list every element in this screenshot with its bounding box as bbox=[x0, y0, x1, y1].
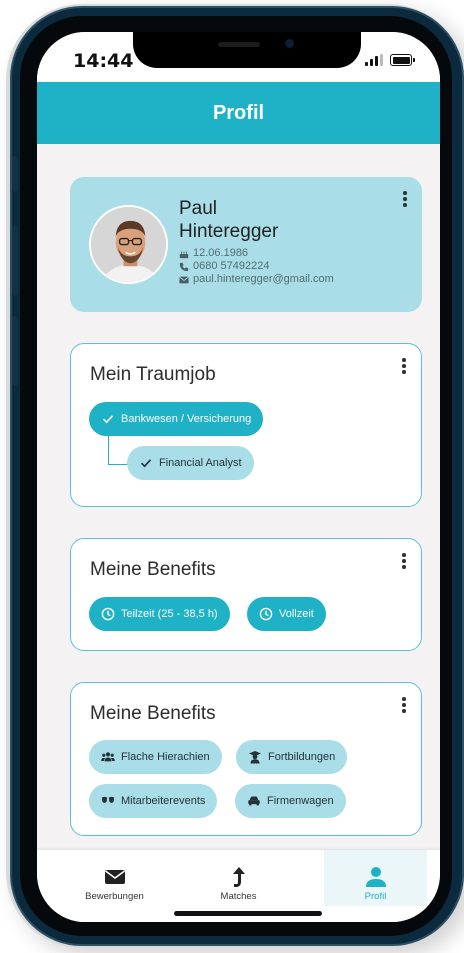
notch bbox=[133, 32, 361, 68]
traumjob-title: Mein Traumjob bbox=[90, 364, 216, 385]
profile-first-name: Paul bbox=[179, 198, 218, 219]
chip-label: Vollzeit bbox=[279, 608, 314, 620]
profile-last-name: Hinteregger bbox=[179, 221, 279, 242]
chip-teilzeit[interactable]: Teilzeit (25 - 38,5 h) bbox=[89, 597, 230, 631]
volume-up-button bbox=[12, 226, 18, 296]
chip-fortbildungen[interactable]: Fortbildungen bbox=[236, 740, 348, 774]
nav-label: Bewerbungen bbox=[85, 891, 144, 902]
front-camera bbox=[285, 39, 294, 48]
users-icon bbox=[101, 752, 115, 762]
benefits-card-worktime: Meine Benefits Teilzeit (25 - 38,5 h) Vo… bbox=[70, 538, 422, 651]
benefits-title: Meine Benefits bbox=[90, 559, 216, 580]
speaker-grill bbox=[218, 42, 260, 47]
nav-item-profil[interactable]: Profil bbox=[324, 850, 427, 906]
page-title: Profil bbox=[212, 101, 265, 124]
chip-label: Bankwesen / Versicherung bbox=[121, 413, 252, 425]
volume-down-button bbox=[12, 316, 18, 386]
nav-label: Matches bbox=[220, 891, 257, 902]
profile-name: Paul Hinteregger bbox=[179, 197, 278, 243]
profile-contact-info: 12.06.1986 0680 57492224 paul.hinteregge… bbox=[179, 247, 334, 286]
home-indicator[interactable] bbox=[174, 911, 322, 916]
chip-label: Teilzeit (25 - 38,5 h) bbox=[121, 608, 218, 620]
mail-small-icon bbox=[179, 276, 189, 283]
car-icon bbox=[248, 796, 260, 806]
chip-label: Fortbildungen bbox=[268, 751, 336, 763]
avatar[interactable] bbox=[89, 205, 168, 284]
user-icon bbox=[365, 866, 387, 888]
mail-icon bbox=[104, 866, 126, 888]
arrow-up-icon bbox=[228, 866, 250, 888]
chip-vollzeit[interactable]: Vollzeit bbox=[247, 597, 326, 631]
chip-label: Firmenwagen bbox=[267, 795, 334, 807]
phone-screen: 14:44 Profil Paul Hinteregger 12.06.1986… bbox=[37, 32, 440, 922]
masks-icon bbox=[101, 796, 115, 803]
clock-icon bbox=[259, 607, 273, 621]
birthdate-text: 12.06.1986 bbox=[193, 247, 249, 259]
benefits-card-perks: Meine Benefits Flache Hierachien Fortbil… bbox=[70, 682, 422, 836]
profile-card: Paul Hinteregger 12.06.1986 0680 5749222… bbox=[70, 177, 422, 312]
phone-row: 0680 57492224 bbox=[179, 260, 334, 273]
battery-icon bbox=[390, 54, 415, 66]
chip-flache-hierachien[interactable]: Flache Hierachien bbox=[89, 740, 222, 774]
chip-firmenwagen[interactable]: Firmenwagen bbox=[235, 784, 346, 818]
chip-label: Flache Hierachien bbox=[121, 751, 210, 763]
phone-text[interactable]: 0680 57492224 bbox=[193, 260, 269, 273]
benefits2-title: Meine Benefits bbox=[90, 703, 216, 724]
graduate-icon bbox=[249, 751, 261, 764]
chip-traumjob-child[interactable]: Financial Analyst bbox=[127, 446, 254, 480]
avatar-portrait bbox=[91, 207, 166, 282]
clock-icon bbox=[101, 607, 115, 621]
chip-mitarbeiterevents[interactable]: Mitarbeiterevents bbox=[89, 784, 218, 818]
profile-menu-button[interactable] bbox=[402, 191, 408, 207]
tree-connector bbox=[108, 432, 129, 465]
traumjob-menu-button[interactable] bbox=[401, 358, 407, 374]
check-icon bbox=[140, 459, 152, 468]
chip-label: Financial Analyst bbox=[159, 457, 242, 469]
app-header: Profil bbox=[37, 82, 440, 144]
benefits2-menu-button[interactable] bbox=[401, 697, 407, 713]
nav-item-bewerbungen[interactable]: Bewerbungen bbox=[63, 850, 166, 906]
status-time: 14:44 bbox=[73, 50, 134, 72]
chip-traumjob-parent[interactable]: Bankwesen / Versicherung bbox=[89, 402, 264, 436]
chip-label: Mitarbeiterevents bbox=[121, 795, 206, 807]
mute-switch bbox=[12, 156, 18, 192]
benefits-menu-button[interactable] bbox=[401, 553, 407, 569]
email-row: paul.hinteregger@gmail.com bbox=[179, 273, 334, 286]
status-bar: 14:44 bbox=[37, 32, 440, 82]
birthdate-row: 12.06.1986 bbox=[179, 247, 334, 260]
email-text[interactable]: paul.hinteregger@gmail.com bbox=[193, 273, 334, 286]
cake-icon bbox=[179, 251, 189, 258]
nav-label: Profil bbox=[364, 891, 387, 902]
nav-item-matches[interactable]: Matches bbox=[187, 850, 290, 906]
check-icon bbox=[102, 415, 114, 424]
status-icons bbox=[365, 52, 415, 66]
signal-icon bbox=[365, 54, 383, 66]
traumjob-card: Mein Traumjob Bankwesen / Versicherung F… bbox=[70, 343, 422, 507]
phone-icon bbox=[179, 262, 189, 271]
